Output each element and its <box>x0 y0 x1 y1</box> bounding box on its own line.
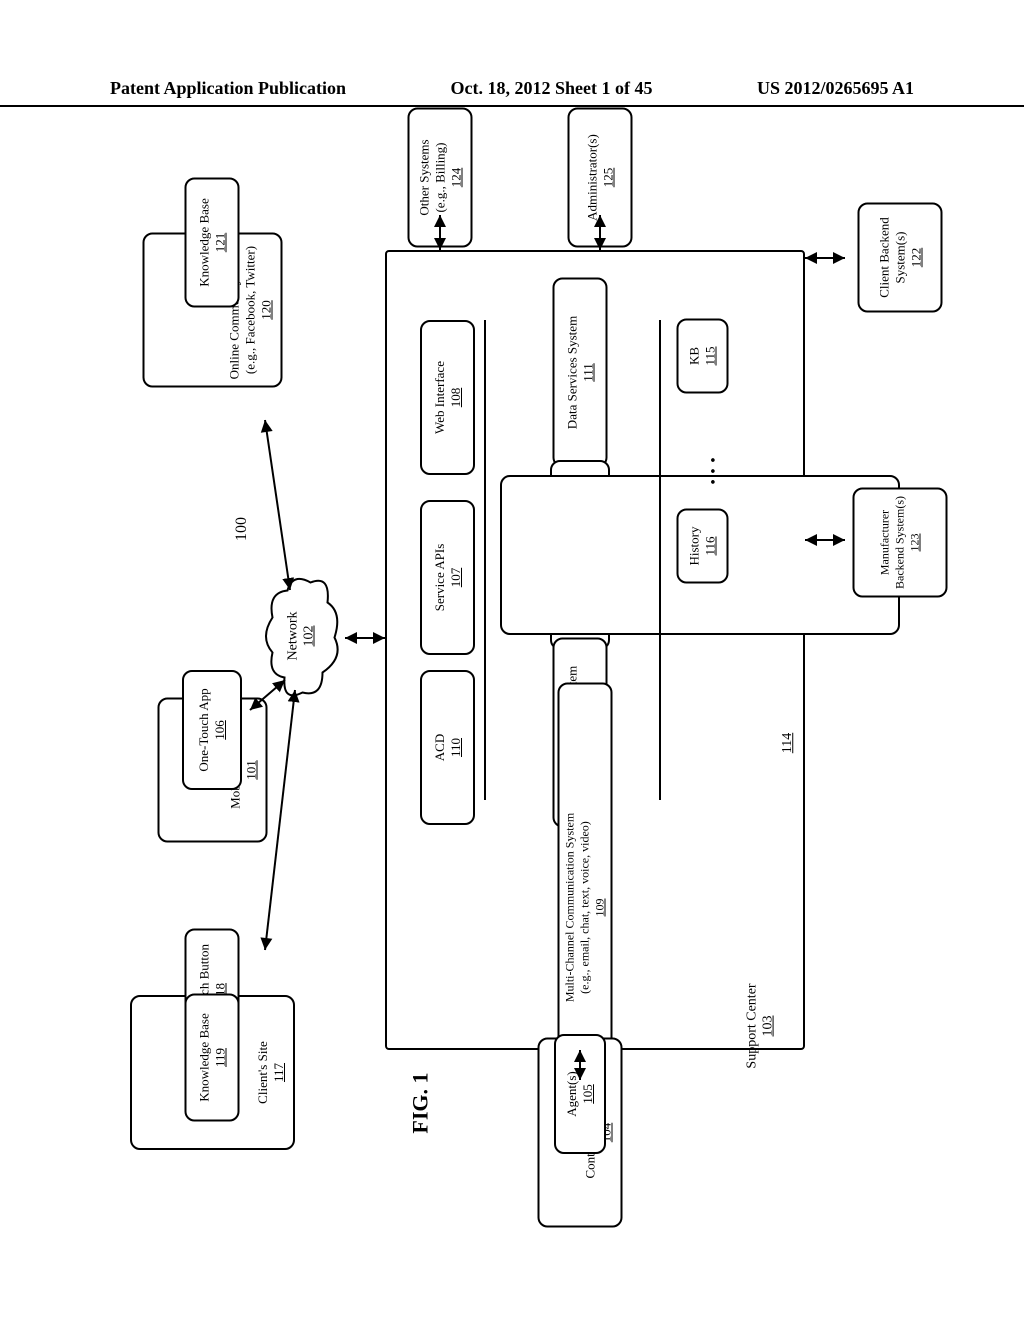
label-kb: KB <box>687 347 703 365</box>
box-other-systems: Other Systems (e.g., Billing) 124 <box>408 108 473 248</box>
support-center-ref: 103 <box>761 983 777 1068</box>
box-service-apis: Service APIs 107 <box>420 500 475 655</box>
label-kb-site: Knowledge Base <box>196 1013 212 1101</box>
box-data-services: Data Services System 111 <box>553 278 608 468</box>
label-history: History <box>687 527 703 566</box>
box-mfr-backend: Manufacturer Backend System(s) 123 <box>853 488 948 598</box>
box-one-touch-app: One-Touch App 106 <box>182 670 242 790</box>
ref-multi-channel: 109 <box>593 899 608 917</box>
box-agents: Agent(s) 105 <box>554 1034 606 1154</box>
label-other-systems: Other Systems (e.g., Billing) <box>416 139 448 215</box>
ref-client-backend: 122 <box>908 248 924 268</box>
ref-one-touch-app: 106 <box>212 720 228 740</box>
label-mfr-backend: Manufacturer Backend System(s) <box>878 494 908 592</box>
ref-data-services: 111 <box>580 363 596 382</box>
ellipsis-icon: ••• <box>706 452 722 485</box>
label-data-services: Data Services System <box>564 316 580 429</box>
label-support-center: Support Center 103 <box>745 983 777 1068</box>
ref-kb-site: 119 <box>212 1048 228 1067</box>
ref-agents: 105 <box>580 1084 596 1104</box>
box-administrators: Administrator(s) 125 <box>568 108 633 248</box>
ref-community: 120 <box>259 300 275 320</box>
ref-service-apis: 107 <box>448 568 464 588</box>
label-one-touch-app: One-Touch App <box>196 688 212 771</box>
dw-ref: 114 <box>780 733 795 753</box>
system-ref: 100 <box>233 517 251 541</box>
ref-administrators: 125 <box>600 168 616 188</box>
box-web-interface: Web Interface 108 <box>420 320 475 475</box>
figure-number: FIG. 1 <box>408 1072 434 1133</box>
page: Patent Application Publication Oct. 18, … <box>0 0 1024 1320</box>
label-agents: Agent(s) <box>564 1071 580 1117</box>
box-client-backend: Client Backend System(s) 122 <box>858 203 943 313</box>
network-ref: 102 <box>302 612 318 661</box>
support-center-text: Support Center <box>745 983 761 1068</box>
label-clients-site: Client's Site <box>255 1041 271 1104</box>
box-kb: KB 115 <box>677 319 729 394</box>
box-kb-site: Knowledge Base 119 <box>185 994 240 1122</box>
network-text: Network <box>286 612 302 661</box>
label-multi-channel: Multi-Channel Communication System (e.g.… <box>563 813 593 1002</box>
box-kb-community: Knowledge Base 121 <box>185 178 240 308</box>
ref-other-systems: 124 <box>448 168 464 188</box>
ref-acd: 110 <box>448 738 464 757</box>
label-web-interface: Web Interface <box>432 361 448 434</box>
label-network: Network 102 <box>286 612 318 661</box>
header-center: Oct. 18, 2012 Sheet 1 of 45 <box>451 78 653 99</box>
label-service-apis: Service APIs <box>432 544 448 612</box>
label-administrators: Administrator(s) <box>584 134 600 221</box>
ref-web-interface: 108 <box>448 388 464 408</box>
label-acd: ACD <box>432 734 448 761</box>
box-acd: ACD 110 <box>420 670 475 825</box>
ref-clients-site: 117 <box>271 1063 287 1082</box>
label-client-backend: Client Backend System(s) <box>876 209 908 307</box>
figure-area: 100 FIG. 1 Online Community Forum (e.g.,… <box>90 160 930 1240</box>
header-left: Patent Application Publication <box>110 78 346 99</box>
box-history: History 116 <box>677 509 729 584</box>
ref-kb: 115 <box>703 346 719 365</box>
header-right: US 2012/0265695 A1 <box>757 78 914 99</box>
page-header: Patent Application Publication Oct. 18, … <box>0 78 1024 107</box>
label-kb-community: Knowledge Base <box>196 198 212 286</box>
ref-mfr-backend: 123 <box>908 534 923 552</box>
ref-history: 116 <box>703 536 719 555</box>
ref-data-warehouse-lead: 114 <box>780 733 796 753</box>
ref-kb-community: 121 <box>212 233 228 253</box>
ref-mobile-device: 101 <box>244 760 260 780</box>
